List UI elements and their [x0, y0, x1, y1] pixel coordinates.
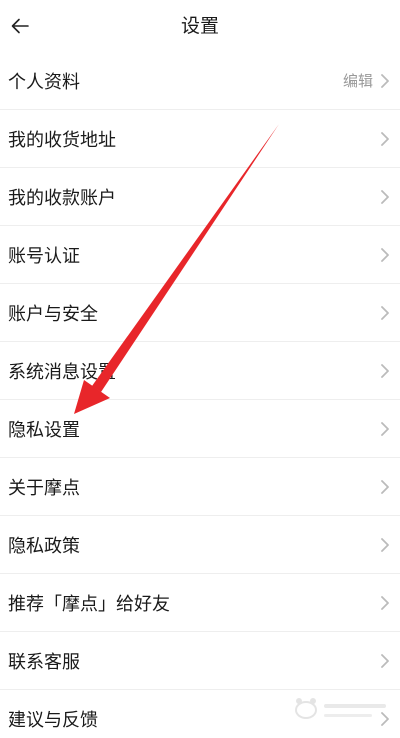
settings-item-label: 个人资料 [8, 71, 80, 93]
settings-item-trailing [379, 189, 391, 205]
settings-item-trailing [379, 421, 391, 437]
settings-item-trailing [379, 131, 391, 147]
settings-list: 个人资料 编辑 我的收货地址 我的收款账户 账号认证 账户与安全 系统消息设置 … [0, 52, 400, 738]
settings-item-trailing [379, 363, 391, 379]
settings-item-label: 系统消息设置 [8, 361, 116, 383]
chevron-right-icon [381, 653, 389, 668]
page-title: 设置 [180, 15, 219, 37]
chevron-right-icon [381, 189, 389, 204]
chevron-right-icon [381, 247, 389, 262]
chevron-right-icon [381, 595, 389, 610]
settings-item-trailing [379, 711, 391, 727]
arrow-left-icon [11, 18, 29, 34]
settings-item-shipping-address[interactable]: 我的收货地址 [0, 110, 400, 168]
back-button[interactable] [0, 0, 40, 52]
settings-item-trailing: 编辑 [343, 70, 391, 91]
settings-item-trailing [379, 305, 391, 321]
settings-item-recommend-to-friends[interactable]: 推荐「摩点」给好友 [0, 574, 400, 632]
settings-item-trailing [379, 479, 391, 495]
settings-item-payment-account[interactable]: 我的收款账户 [0, 168, 400, 226]
settings-page: 设置 个人资料 编辑 我的收货地址 我的收款账户 账号认证 账户与安全 系统消息… [0, 0, 400, 738]
settings-item-privacy-settings[interactable]: 隐私设置 [0, 400, 400, 458]
settings-item-feedback[interactable]: 建议与反馈 [0, 690, 400, 738]
settings-item-account-security[interactable]: 账户与安全 [0, 284, 400, 342]
chevron-right-icon [381, 131, 389, 146]
settings-item-about[interactable]: 关于摩点 [0, 458, 400, 516]
settings-item-label: 关于摩点 [8, 477, 80, 499]
settings-item-label: 我的收货地址 [8, 129, 116, 151]
settings-item-account-verification[interactable]: 账号认证 [0, 226, 400, 284]
settings-item-trailing [379, 537, 391, 553]
settings-item-trailing [379, 595, 391, 611]
settings-item-label: 联系客服 [8, 651, 80, 673]
settings-item-label: 隐私政策 [8, 535, 80, 557]
chevron-right-icon [381, 73, 389, 88]
settings-item-profile[interactable]: 个人资料 编辑 [0, 52, 400, 110]
settings-item-label: 我的收款账户 [8, 187, 116, 209]
top-bar: 设置 [0, 0, 400, 52]
chevron-right-icon [381, 421, 389, 436]
settings-item-label: 建议与反馈 [8, 710, 98, 731]
settings-item-trailing [379, 653, 391, 669]
chevron-right-icon [381, 537, 389, 552]
chevron-right-icon [381, 479, 389, 494]
settings-item-notification-settings[interactable]: 系统消息设置 [0, 342, 400, 400]
settings-item-label: 账户与安全 [8, 303, 98, 325]
chevron-right-icon [381, 363, 389, 378]
settings-item-trailing [379, 247, 391, 263]
settings-item-privacy-policy[interactable]: 隐私政策 [0, 516, 400, 574]
edit-link[interactable]: 编辑 [343, 70, 373, 91]
settings-item-label: 隐私设置 [8, 419, 80, 441]
settings-item-label: 推荐「摩点」给好友 [8, 593, 170, 615]
settings-item-customer-service[interactable]: 联系客服 [0, 632, 400, 690]
chevron-right-icon [381, 305, 389, 320]
chevron-right-icon [381, 712, 389, 726]
settings-item-label: 账号认证 [8, 245, 80, 267]
